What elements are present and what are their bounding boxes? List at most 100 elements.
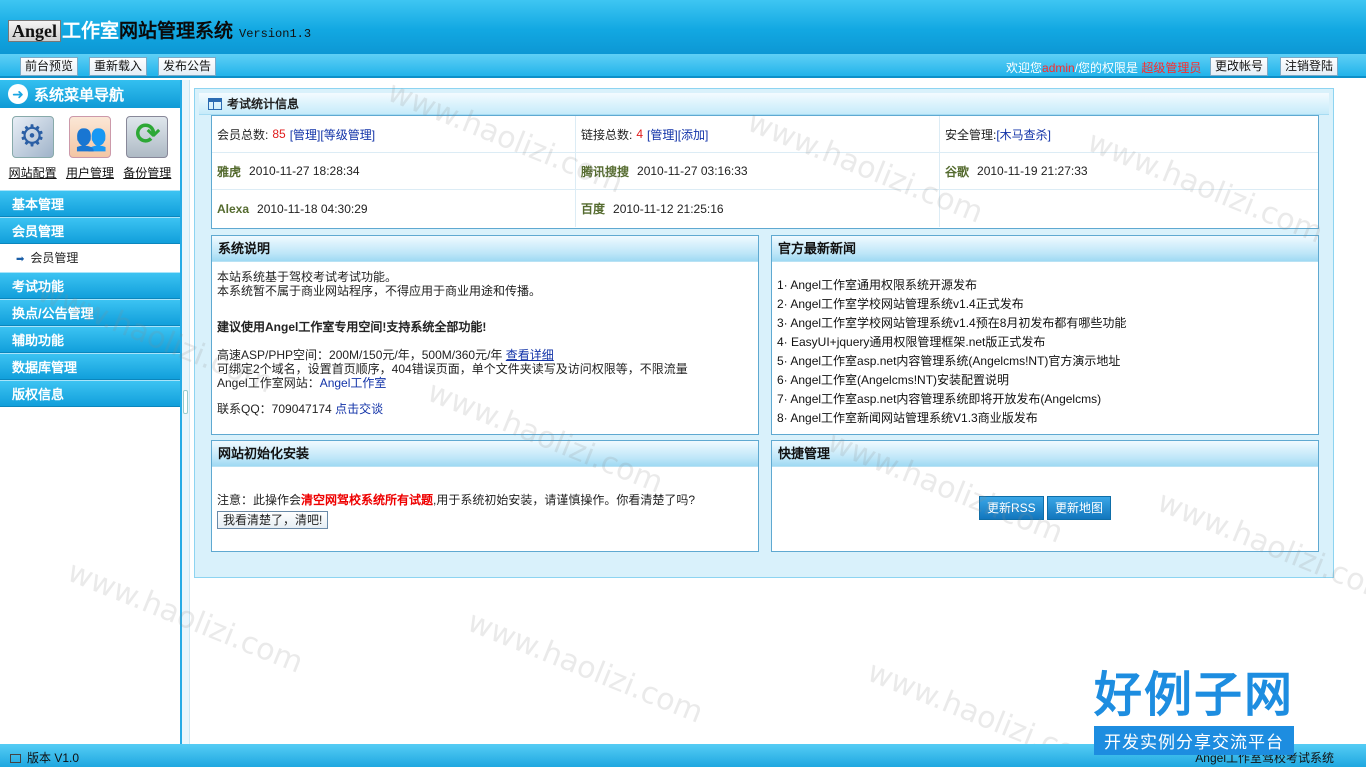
sidebar-title-text: 系统菜单导航 xyxy=(34,86,125,104)
brand-watermark: 好例子网 开发实例分享交流平台 xyxy=(1094,668,1295,755)
engine-soso: 腾讯搜搜 2010-11-27 03:16:33 xyxy=(576,153,940,189)
brand-title: 好例子网 xyxy=(1094,669,1295,722)
table-row: Alexa 2010-11-18 04:30:29 百度 2010-11-12 21… xyxy=(212,190,1318,227)
sidebar-title: ➜ 系统菜单导航 xyxy=(0,80,180,108)
qq-chat-link[interactable]: 点击交谈 xyxy=(335,402,383,416)
sidebar-splitter[interactable] xyxy=(182,80,190,744)
init-warning: 注意：此操作会清空网驾校系统所有试题,用于系统初始安装，请谨慎操作。你看清楚了吗… xyxy=(217,493,753,507)
welcome-prefix: 欢迎您 xyxy=(1006,61,1043,75)
hosting-line: 高速ASP/PHP空间：200M/150元/年，500M/360元/年 查看详细 xyxy=(217,348,753,362)
toolbar: 前台预览 重新载入 发布公告 欢迎您admin/您的权限是 超级管理员 更改帐号… xyxy=(0,54,1366,78)
confirm-clear-button[interactable]: 我看清楚了，清吧! xyxy=(217,511,329,529)
menu-points-notice[interactable]: 换点/公告管理 xyxy=(0,299,180,326)
arrow-icon: ➡ xyxy=(16,254,25,265)
warn-red: 清空网驾校系统所有试题 xyxy=(301,493,434,507)
logo-system: 网站管理系统 xyxy=(119,21,234,42)
news-item[interactable]: 5· Angel工作室asp.net内容管理系统(Angelcms!NT)官方演… xyxy=(777,352,1313,371)
reload-button[interactable]: 重新载入 xyxy=(89,57,148,76)
menu-members[interactable]: 会员管理 xyxy=(0,217,180,244)
splitter-grip-icon[interactable] xyxy=(183,390,188,414)
news-list: 1· Angel工作室通用权限系统开源发布 2· Angel工作室学校网站管理系… xyxy=(772,262,1318,428)
table-row: 雅虎 2010-11-27 18:28:34 腾讯搜搜 2010-11-27 03:… xyxy=(212,153,1318,190)
logout-button[interactable]: 注销登陆 xyxy=(1280,57,1339,76)
quick-backup-manage-label: 备份管理 xyxy=(123,166,172,180)
submenu-member-manage[interactable]: ➡ 会员管理 xyxy=(0,244,180,272)
trojan-scan-link[interactable]: [木马查杀] xyxy=(996,126,1051,143)
engine-yahoo: 雅虎 2010-11-27 18:28:34 xyxy=(212,153,576,189)
logo-angel: Angel xyxy=(8,20,61,42)
menu-database[interactable]: 数据库管理 xyxy=(0,353,180,380)
menu-exam[interactable]: 考试功能 xyxy=(0,272,180,299)
quick-site-config-label: 网站配置 xyxy=(8,166,57,180)
engine-name: 雅虎 xyxy=(217,164,242,179)
hosting-text: 高速ASP/PHP空间：200M/150元/年，500M/360元/年 xyxy=(217,348,503,362)
menu-basic[interactable]: 基本管理 xyxy=(0,190,180,217)
empty-cell xyxy=(940,190,1304,227)
publish-notice-button[interactable]: 发布公告 xyxy=(158,57,217,76)
engine-time: 2010-11-27 03:16:33 xyxy=(637,164,748,178)
engine-time: 2010-11-27 18:28:34 xyxy=(249,164,360,178)
change-account-button[interactable]: 更改帐号 xyxy=(1210,57,1269,76)
system-info-body: 本站系统基于驾校考试考试功能。 本系统暂不属于商业网站程序，不得应用于商业用途和… xyxy=(212,262,758,424)
update-map-button[interactable]: 更新地图 xyxy=(1047,496,1112,520)
system-info-title: 系统说明 xyxy=(212,236,758,262)
quick-user-manage[interactable]: 用户管理 xyxy=(62,116,118,190)
engine-name: 百度 xyxy=(581,202,606,216)
watermark-text: www.haolizi.com xyxy=(462,604,708,731)
init-panel: 网站初始化安装 注意：此操作会清空网驾校系统所有试题,用于系统初始安装，请谨慎操… xyxy=(211,440,759,552)
news-item[interactable]: 3· Angel工作室学校网站管理系统v1.4预在8月初发布都有哪些功能 xyxy=(777,314,1313,333)
links-count: 4 xyxy=(636,127,644,141)
quick-manage-title: 快捷管理 xyxy=(772,441,1318,467)
members-label: 会员总数: xyxy=(217,127,269,142)
brand-subtitle: 开发实例分享交流平台 xyxy=(1094,726,1295,755)
app-logo: Angel 工作室 网站管理系统 Version1.3 xyxy=(8,16,311,43)
logo-studio: 工作室 xyxy=(62,21,120,42)
update-rss-button[interactable]: 更新RSS xyxy=(978,496,1044,520)
news-item[interactable]: 4· EasyUI+jquery通用权限管理框架.net版正式发布 xyxy=(777,333,1313,352)
quick-backup-manage[interactable]: 备份管理 xyxy=(119,116,175,190)
news-item[interactable]: 1· Angel工作室通用权限系统开源发布 xyxy=(777,276,1313,295)
arrow-right-icon: ➜ xyxy=(8,84,28,104)
news-item[interactable]: 7· Angel工作室asp.net内容管理系统即将开放发布(Angelcms) xyxy=(777,390,1313,409)
site-link[interactable]: Angel工作室 xyxy=(320,376,387,390)
warn-suffix: ,用于系统初始安装，请谨慎操作。你看清楚了吗? xyxy=(433,493,696,507)
engine-name: Alexa xyxy=(217,201,250,216)
username: admin xyxy=(1042,61,1075,75)
system-info-line1: 本站系统基于驾校考试考试功能。 xyxy=(217,270,398,284)
recommend-text: 建议使用Angel工作室专用空间!支持系统全部功能! xyxy=(217,320,487,334)
engine-google: 谷歌 2010-11-19 21:27:33 xyxy=(940,153,1304,189)
menu-copyright[interactable]: 版权信息 xyxy=(0,380,180,407)
welcome-mid: /您的权限是 xyxy=(1074,61,1139,75)
news-item[interactable]: 8· Angel工作室新闻网站管理系统V1.3商业版发布 xyxy=(777,409,1313,428)
user-role: 超级管理员 xyxy=(1141,61,1202,75)
preview-button[interactable]: 前台预览 xyxy=(20,57,79,76)
init-title: 网站初始化安装 xyxy=(212,441,758,467)
quick-user-manage-label: 用户管理 xyxy=(65,166,114,180)
members-manage-link[interactable]: [管理] xyxy=(290,126,321,143)
news-item[interactable]: 2· Angel工作室学校网站管理系统v1.4正式发布 xyxy=(777,295,1313,314)
version-label: Version1.3 xyxy=(239,27,312,41)
links-manage-link[interactable]: [管理] xyxy=(647,126,678,143)
members-count: 85 xyxy=(272,127,286,141)
engine-baidu: 百度 2010-11-12 21:25:16 xyxy=(576,190,940,227)
engine-name: 谷歌 xyxy=(945,164,970,179)
stats-table: 会员总数: 85 [管理] [等级管理] 链接总数: 4 [管理] [添加] 安全管… xyxy=(211,115,1319,229)
engine-name: 腾讯搜搜 xyxy=(581,164,630,179)
menu-auxiliary[interactable]: 辅助功能 xyxy=(0,326,180,353)
gears-icon xyxy=(11,116,54,158)
warn-prefix: 注意：此操作会 xyxy=(217,493,302,507)
quick-manage-body: 更新RSS 更新地图 xyxy=(772,467,1318,520)
hosting-detail-link[interactable]: 查看详细 xyxy=(506,348,554,362)
security-label: 安全管理: xyxy=(945,127,997,142)
news-item[interactable]: 6· Angel工作室(Angelcms!NT)安装配置说明 xyxy=(777,371,1313,390)
engine-time: 2010-11-19 21:27:33 xyxy=(977,164,1088,178)
qq-line: 联系QQ：709047174 点击交谈 xyxy=(217,402,753,416)
site-line: Angel工作室网站：Angel工作室 xyxy=(217,376,753,390)
quick-site-config[interactable]: 网站配置 xyxy=(5,116,61,190)
links-label: 链接总数: xyxy=(581,127,633,142)
security-stat: 安全管理: [木马查杀] xyxy=(940,116,1304,152)
engine-time: 2010-11-12 21:25:16 xyxy=(613,201,724,216)
members-level-link[interactable]: [等级管理] xyxy=(320,126,375,143)
links-add-link[interactable]: [添加] xyxy=(678,126,709,143)
quick-links: 网站配置 用户管理 备份管理 xyxy=(0,108,180,190)
